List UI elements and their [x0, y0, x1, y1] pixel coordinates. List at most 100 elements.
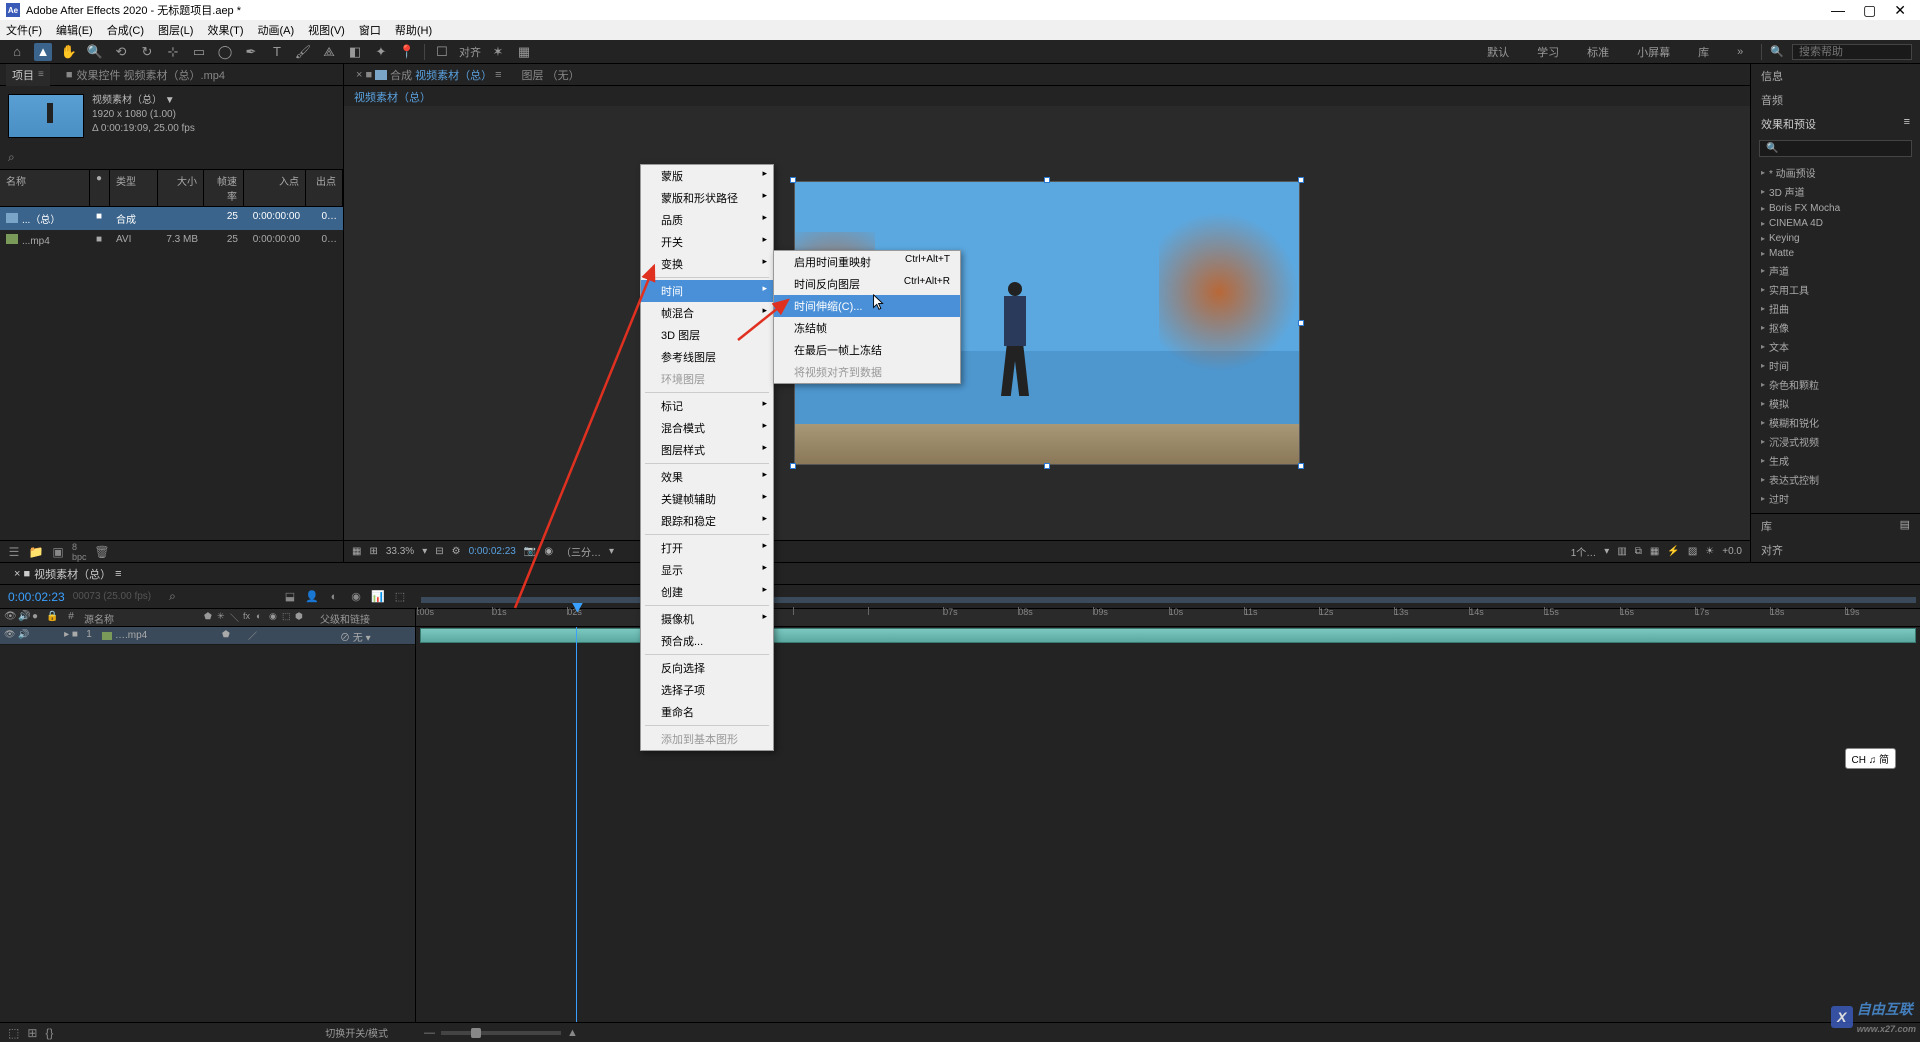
fx-category[interactable]: 实用工具 [1755, 280, 1916, 299]
context-menu-item[interactable]: 混合模式 [641, 417, 773, 439]
text-tool[interactable]: T [268, 43, 286, 61]
context-menu-item[interactable]: 参考线图层 [641, 346, 773, 368]
menu-edit[interactable]: 编辑(E) [56, 22, 93, 38]
context-menu-item[interactable]: 预合成... [641, 630, 773, 652]
context-menu-item[interactable]: 摄像机 [641, 608, 773, 630]
fx-category[interactable]: 模糊和锐化 [1755, 413, 1916, 432]
view-layout-icon[interactable]: ▥ [1617, 546, 1626, 557]
workspace-small[interactable]: 小屏幕 [1627, 42, 1680, 62]
menu-animation[interactable]: 动画(A) [258, 22, 295, 38]
menu-window[interactable]: 窗口 [359, 22, 381, 38]
fast-icon[interactable]: ⚡ [1667, 546, 1679, 557]
selection-handle[interactable] [1298, 177, 1304, 183]
fx-category[interactable]: 沉浸式视频 [1755, 432, 1916, 451]
ellipse-tool[interactable]: ◯ [216, 43, 234, 61]
project-search-icon[interactable]: ⌕ [8, 150, 15, 165]
source-name-header[interactable]: 源名称 [80, 609, 200, 626]
zoom-tool[interactable]: 🔍 [86, 43, 104, 61]
fx-category[interactable]: * 动画预设 [1755, 163, 1916, 182]
rect-tool[interactable]: ▭ [190, 43, 208, 61]
comp-mini-icon[interactable]: ⬓ [282, 589, 298, 605]
zoom-value[interactable]: 33.3% [386, 546, 414, 557]
interpret-footage-icon[interactable]: ☰ [6, 545, 22, 559]
snapshot-icon[interactable]: 📷 [524, 546, 536, 557]
playhead-line[interactable] [576, 627, 577, 1022]
effects-list[interactable]: * 动画预设3D 声道Boris FX MochaCINEMA 4DKeying… [1751, 161, 1920, 513]
workspace-standard[interactable]: 标准 [1577, 42, 1619, 62]
context-menu-item[interactable]: 打开 [641, 537, 773, 559]
fx-category[interactable]: 声道 [1755, 261, 1916, 280]
roto-tool[interactable]: ✦ [372, 43, 390, 61]
menu-help[interactable]: 帮助(H) [395, 22, 432, 38]
workspace-library[interactable]: 库 [1688, 42, 1719, 62]
timeline-search-icon[interactable]: ⌕ [169, 589, 176, 604]
menu-bar[interactable]: 文件(F) 编辑(E) 合成(C) 图层(L) 效果(T) 动画(A) 视图(V… [0, 20, 1920, 40]
fx-category[interactable]: 生成 [1755, 451, 1916, 470]
puppet-tool[interactable]: 📍 [398, 43, 416, 61]
toggle-in-out-icon[interactable]: {} [45, 1026, 53, 1040]
menu-effect[interactable]: 效果(T) [207, 22, 243, 38]
selection-tool[interactable]: ▲ [34, 43, 52, 61]
brush-tool[interactable]: 🖌 [294, 43, 312, 61]
context-menu-item[interactable]: 蒙版和形状路径 [641, 187, 773, 209]
context-menu-item[interactable]: 时间 [641, 280, 773, 302]
frame-blend-icon[interactable]: ◐ [326, 589, 342, 605]
snap-opt2[interactable]: ▦ [515, 43, 533, 61]
layer-tab[interactable]: 图层 （无） [518, 65, 584, 85]
maximize-button[interactable]: ▢ [1863, 2, 1876, 19]
exposure-value[interactable]: +0.0 [1722, 546, 1742, 557]
panel-info[interactable]: 信息 [1751, 64, 1920, 88]
workspace-more[interactable]: » [1727, 44, 1753, 60]
fast-preview-icon[interactable]: ⚙ [452, 546, 461, 557]
motion-blur-icon[interactable]: ◉ [348, 589, 364, 605]
graph-editor-icon[interactable]: 📊 [370, 589, 386, 605]
fx-category[interactable]: 模拟 [1755, 394, 1916, 413]
eye-toggle[interactable]: 👁 [4, 629, 16, 642]
draft3d-icon[interactable]: ⬚ [392, 589, 408, 605]
current-time-indicator[interactable]: 0:00:02:23 [8, 590, 65, 604]
context-menu-item[interactable]: 创建 [641, 581, 773, 603]
submenu-item[interactable]: 冻结帧 [774, 317, 960, 339]
panel-library[interactable]: 库▤ [1751, 513, 1920, 538]
composition-viewer[interactable] [344, 106, 1750, 540]
channel-icon[interactable]: ◉ [544, 546, 553, 557]
comp-breadcrumb[interactable]: 视频素材（总） [344, 86, 1750, 106]
selection-handle[interactable] [1044, 463, 1050, 469]
context-menu-item[interactable]: 开关 [641, 231, 773, 253]
fx-category[interactable]: 杂色和颗粒 [1755, 375, 1916, 394]
menu-layer[interactable]: 图层(L) [158, 22, 193, 38]
anchor-tool[interactable]: ⊹ [164, 43, 182, 61]
context-menu-item[interactable]: 跟踪和稳定 [641, 510, 773, 532]
toggle-switches-icon[interactable]: ⬚ [8, 1026, 19, 1040]
time-submenu[interactable]: 启用时间重映射Ctrl+Alt+T时间反向图层Ctrl+Alt+R时间伸缩(C)… [773, 250, 961, 384]
home-tool[interactable]: ⌂ [8, 43, 26, 61]
workspace-default[interactable]: 默认 [1477, 42, 1519, 62]
context-menu-item[interactable]: 重命名 [641, 701, 773, 723]
audio-column-icon[interactable]: 🔊 [18, 611, 30, 624]
toggle-modes-icon[interactable]: ⊞ [27, 1026, 37, 1040]
selection-handle[interactable] [1298, 463, 1304, 469]
delete-icon[interactable]: 🗑 [94, 545, 110, 559]
eraser-tool[interactable]: ◧ [346, 43, 364, 61]
selection-handle[interactable] [790, 177, 796, 183]
audio-toggle[interactable]: 🔊 [18, 629, 30, 642]
timeline-zoom-slider[interactable] [441, 1031, 561, 1035]
timeline-layer-row[interactable]: 👁🔊 ▸ ■ 1 ….mp4 ⬟／ ⊘ 无 ▾ [0, 627, 415, 645]
ime-indicator[interactable]: CH ♫ 简 [1845, 748, 1897, 769]
fx-category[interactable]: CINEMA 4D [1755, 216, 1916, 231]
timecode-display[interactable]: 0:00:02:23 [469, 546, 516, 557]
context-menu-item[interactable]: 标记 [641, 395, 773, 417]
context-menu-item[interactable]: 反向选择 [641, 657, 773, 679]
new-comp-icon[interactable]: ▣ [50, 545, 66, 559]
context-menu-item[interactable]: 效果 [641, 466, 773, 488]
parent-header[interactable]: 父级和链接 [316, 609, 415, 626]
layer-context-menu[interactable]: 蒙版蒙版和形状路径品质开关变换时间帧混合3D 图层参考线图层环境图层标记混合模式… [640, 164, 774, 751]
menu-composition[interactable]: 合成(C) [107, 22, 144, 38]
context-menu-item[interactable]: 显示 [641, 559, 773, 581]
exposure-icon[interactable]: ☀ [1705, 546, 1714, 557]
project-row-comp[interactable]: ...（总） ■ 合成 25 0:00:00:00 0… [0, 207, 343, 230]
active-camera[interactable]: 1个… [1571, 544, 1597, 559]
rotate-tool[interactable]: ↻ [138, 43, 156, 61]
submenu-item[interactable]: 时间伸缩(C)... [774, 295, 960, 317]
context-menu-item[interactable]: 蒙版 [641, 165, 773, 187]
